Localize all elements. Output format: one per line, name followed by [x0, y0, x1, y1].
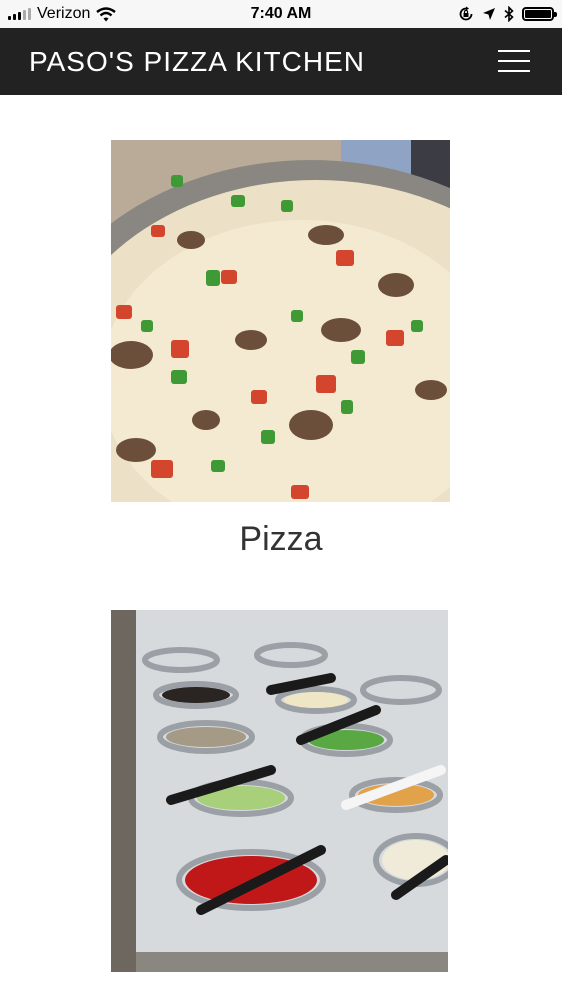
- menu-item-label-pizza[interactable]: Pizza: [0, 520, 562, 559]
- status-bar-right: [458, 4, 557, 24]
- pizza-photo-image: [111, 140, 450, 502]
- site-header: PASO'S PIZZA KITCHEN: [0, 28, 562, 95]
- status-bar: Verizon 7:40 AM: [0, 0, 562, 28]
- site-title[interactable]: PASO'S PIZZA KITCHEN: [29, 28, 365, 95]
- salad-bar-photo[interactable]: [111, 610, 448, 972]
- pizza-photo[interactable]: [111, 140, 450, 502]
- hamburger-menu-icon[interactable]: [498, 48, 530, 74]
- bluetooth-icon: [504, 6, 514, 22]
- battery-icon: [522, 7, 557, 21]
- rotation-lock-icon: [459, 6, 473, 21]
- location-icon: [483, 8, 495, 20]
- salad-bar-photo-image: [111, 610, 448, 972]
